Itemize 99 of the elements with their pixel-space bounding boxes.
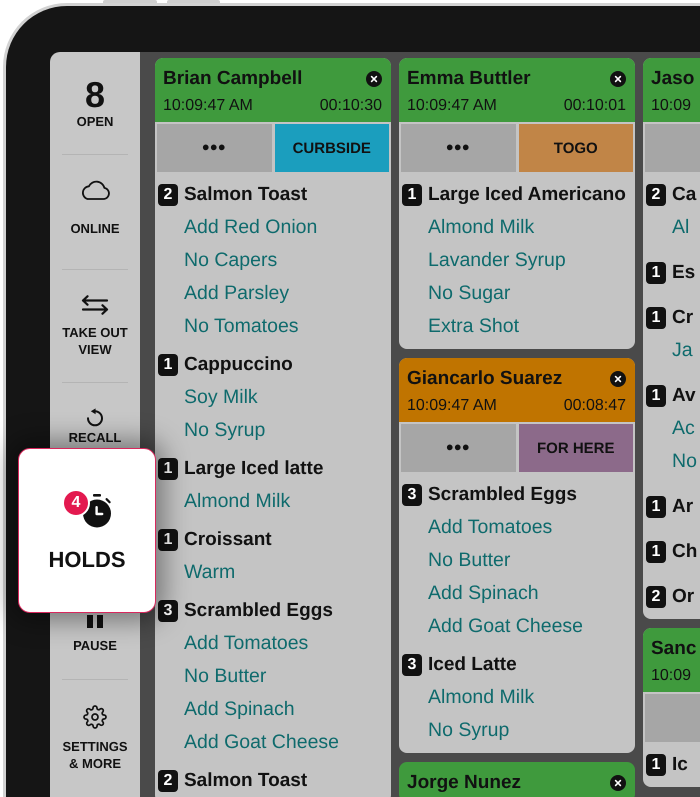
- modifier-text: Soy Milk: [184, 385, 258, 410]
- modifier-text: Add Goat Cheese: [428, 614, 584, 639]
- quantity-badge: 1: [646, 540, 666, 562]
- item-name: Cr: [672, 306, 694, 330]
- quantity-badge: 1: [646, 262, 666, 284]
- quantity-badge: 1: [158, 458, 178, 480]
- swap-arrows-icon: [80, 295, 110, 315]
- modifier-text: Add Goat Cheese: [184, 730, 340, 755]
- cloud-icon: [79, 180, 111, 200]
- modifier-text: Add Spinach: [428, 581, 539, 606]
- customer-name: Sanc: [651, 639, 696, 659]
- item-name: Large Iced Americano: [428, 182, 626, 206]
- order-type-button[interactable]: TOGO: [518, 124, 633, 172]
- customer-name: Emma Buttler: [407, 69, 531, 89]
- modifier-text: No Syrup: [428, 718, 510, 743]
- order-type-button[interactable]: FOR HERE: [518, 424, 633, 472]
- quantity-badge: 1: [402, 184, 422, 206]
- modifier-text: No Capers: [184, 248, 278, 273]
- close-icon[interactable]: [610, 775, 626, 791]
- quantity-badge: 2: [646, 184, 666, 206]
- more-button[interactable]: •••: [157, 124, 272, 172]
- item-name: Croissant: [184, 528, 272, 552]
- modifier-text: Add Parsley: [184, 281, 290, 306]
- quantity-badge: 1: [646, 754, 666, 776]
- modifier-text: Add Red Onion: [184, 215, 318, 240]
- item-name: Ca: [672, 182, 696, 206]
- quantity-badge: 3: [158, 600, 178, 622]
- order-time: 10:09: [651, 666, 692, 686]
- item-name: Ch: [672, 540, 698, 564]
- sidebar-button[interactable]: PAUSE: [73, 615, 117, 654]
- modifier-text: No Butter: [428, 548, 510, 573]
- modifier-text: Al: [672, 215, 690, 240]
- quantity-badge: 3: [402, 484, 422, 506]
- timer-icon: [82, 494, 112, 528]
- sidebar-button[interactable]: ONLINE: [70, 180, 120, 237]
- circular-arrow-icon: [85, 408, 105, 428]
- modifier-text: Almond Milk: [184, 489, 290, 514]
- modifier-text: No Sugar: [428, 281, 510, 306]
- order-time: 10:09:47 AM: [407, 96, 497, 116]
- sidebar-button[interactable]: SETTINGS & MORE: [58, 705, 132, 772]
- elapsed-time: 00:10:01: [564, 96, 626, 116]
- close-icon[interactable]: [610, 71, 626, 87]
- sidebar-button[interactable]: RECALL: [68, 408, 122, 446]
- count-badge: 4: [62, 488, 90, 516]
- open-label: OPEN: [76, 113, 114, 130]
- settings-icon: [83, 705, 107, 729]
- order-time: 10:09: [651, 96, 692, 116]
- quantity-badge: 1: [646, 306, 666, 328]
- item-name: Cappuccino: [184, 352, 293, 376]
- quantity-badge: 2: [158, 770, 178, 792]
- open-count: 8: [84, 77, 106, 113]
- customer-name: Brian Campbell: [163, 69, 302, 89]
- modifier-text: No Tomatoes: [184, 314, 299, 339]
- modifier-text: Add Tomatoes: [428, 515, 552, 540]
- modifier-text: Almond Milk: [428, 215, 534, 240]
- modifier-text: Lavander Syrup: [428, 248, 566, 273]
- quantity-badge: 1: [158, 354, 178, 376]
- customer-name: Giancarlo Suarez: [407, 369, 562, 389]
- item-name: Av: [672, 384, 696, 408]
- item-name: Ar: [672, 494, 694, 518]
- modifier-text: Warm: [184, 560, 236, 585]
- item-name: Large Iced latte: [184, 456, 324, 480]
- modifier-text: Ja: [672, 338, 693, 363]
- close-icon[interactable]: [366, 71, 382, 87]
- customer-name: Jorge Nunez: [407, 773, 522, 793]
- quantity-badge: 1: [646, 496, 666, 518]
- sidebar-button[interactable]: TAKE OUT VIEW: [58, 295, 132, 358]
- quantity-badge: 2: [646, 586, 666, 608]
- elapsed-time: 00:10:30: [320, 96, 382, 116]
- item-name: Es: [672, 260, 696, 284]
- modifier-text: Add Spinach: [184, 697, 295, 722]
- order-time: 10:09:47 AM: [407, 396, 497, 416]
- more-button[interactable]: •••: [401, 424, 516, 472]
- quantity-badge: 2: [158, 184, 178, 206]
- modifier-text: No Butter: [184, 664, 266, 689]
- order-time: 10:09:47 AM: [163, 96, 253, 116]
- item-name: Salmon Toast: [184, 768, 308, 792]
- modifier-text: No Syrup: [184, 418, 266, 443]
- quantity-badge: 1: [646, 384, 666, 406]
- holds-button[interactable]: 4 HOLDS: [18, 448, 156, 613]
- quantity-badge: 3: [402, 654, 422, 676]
- item-name: Scrambled Eggs: [184, 598, 333, 622]
- item-name: Or: [672, 584, 694, 608]
- item-name: Salmon Toast: [184, 182, 308, 206]
- item-name: Iced Latte: [428, 652, 517, 676]
- modifier-text: No: [672, 449, 697, 474]
- item-name: Ic: [672, 752, 688, 776]
- modifier-text: Ac: [672, 416, 695, 441]
- close-icon[interactable]: [610, 371, 626, 387]
- elapsed-time: 00:08:47: [564, 396, 626, 416]
- pause-icon: [86, 615, 103, 628]
- more-button[interactable]: •••: [401, 124, 516, 172]
- quantity-badge: 1: [158, 528, 178, 550]
- customer-name: Jaso: [651, 69, 694, 89]
- item-name: Scrambled Eggs: [428, 482, 577, 506]
- modifier-text: Almond Milk: [428, 685, 534, 710]
- order-type-button[interactable]: CURBSIDE: [274, 124, 389, 172]
- modifier-text: Add Tomatoes: [184, 631, 308, 656]
- modifier-text: Extra Shot: [428, 314, 520, 339]
